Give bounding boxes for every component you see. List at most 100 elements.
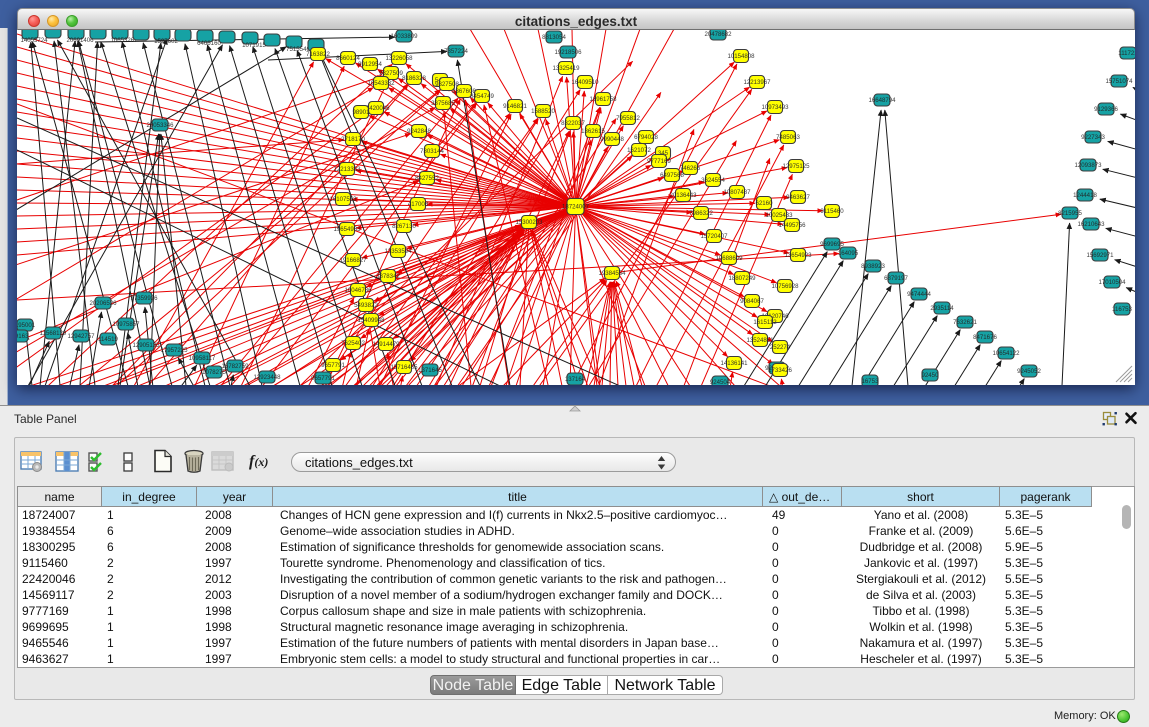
svg-text:13353594: 13353594	[384, 248, 412, 255]
svg-text:7163822: 7163822	[306, 51, 330, 58]
svg-text:9699695: 9699695	[820, 241, 844, 248]
svg-text:14055724: 14055724	[20, 37, 48, 44]
svg-text:10756928: 10756928	[771, 283, 799, 290]
svg-text:10154808: 10154808	[727, 53, 755, 60]
svg-text:15692971: 15692971	[1086, 252, 1114, 259]
svg-text:13226058: 13226058	[385, 55, 413, 62]
svg-text:10807487: 10807487	[723, 189, 751, 196]
svg-text:14914479: 14914479	[372, 341, 400, 348]
svg-text:2718170: 2718170	[341, 136, 365, 143]
svg-text:12905135: 12905135	[132, 342, 160, 349]
svg-text:8471676: 8471676	[973, 334, 997, 341]
svg-text:7632621: 7632621	[953, 319, 977, 326]
svg-text:7625402: 7625402	[341, 340, 365, 347]
svg-text:10975857: 10975857	[112, 321, 140, 328]
svg-text:924504: 924504	[710, 379, 731, 385]
svg-text:10973493: 10973493	[761, 104, 789, 111]
svg-text:6879197: 6879197	[884, 275, 908, 282]
svg-text:6794028: 6794028	[634, 134, 658, 141]
svg-text:1078275: 1078275	[202, 369, 226, 376]
svg-text:16648794: 16648794	[868, 97, 896, 104]
svg-text:17957225: 17957225	[160, 347, 188, 354]
svg-text:18807249: 18807249	[728, 275, 756, 282]
svg-text:746266: 746266	[680, 165, 701, 172]
svg-text:9327508: 9327508	[435, 81, 459, 88]
svg-text:14495756: 14495756	[778, 222, 806, 229]
svg-text:9474444: 9474444	[907, 291, 931, 298]
svg-text:13654923: 13654923	[784, 252, 812, 259]
svg-text:13325419: 13325419	[552, 65, 580, 72]
svg-text:7357224: 7357224	[444, 48, 468, 55]
svg-text:1588520: 1588520	[531, 108, 555, 115]
svg-text:3875685: 3875685	[431, 100, 455, 107]
svg-text:3878342: 3878342	[376, 273, 400, 280]
svg-text:252274: 252274	[770, 344, 791, 351]
svg-text:8427552: 8427552	[415, 175, 439, 182]
svg-text:9146821: 9146821	[503, 103, 527, 110]
svg-text:19384554: 19384554	[598, 270, 626, 277]
svg-text:1733426: 1733426	[768, 367, 792, 374]
svg-text:1371645: 1371645	[418, 367, 442, 374]
svg-text:6497568: 6497568	[660, 172, 684, 179]
svg-text:8938923: 8938923	[861, 263, 885, 270]
svg-text:8813054: 8813054	[542, 34, 566, 41]
svg-text:13524851: 13524851	[746, 337, 774, 344]
svg-text:15716485: 15716485	[390, 364, 418, 371]
svg-text:15751074: 15751074	[1105, 78, 1133, 85]
svg-text:9463627: 9463627	[786, 194, 810, 201]
svg-text:10958117: 10958117	[189, 355, 216, 362]
svg-text:1362615: 1362615	[581, 128, 605, 135]
svg-text:16210643: 16210643	[1077, 221, 1105, 228]
svg-text:12213383: 12213383	[333, 166, 361, 173]
svg-text:20691406: 20691406	[66, 37, 94, 44]
svg-text:20136443: 20136443	[669, 192, 697, 199]
svg-text:9657791: 9657791	[311, 375, 335, 382]
svg-text:8186328: 8186328	[402, 75, 426, 82]
svg-text:9115460: 9115460	[820, 208, 844, 215]
svg-text:19166827: 19166827	[339, 257, 367, 264]
svg-text:7955812: 7955812	[616, 115, 640, 122]
svg-text:111722: 111722	[1118, 50, 1135, 57]
svg-text:8660124: 8660124	[336, 55, 360, 62]
svg-text:8215955: 8215955	[1058, 210, 1082, 217]
svg-text:12923448: 12923448	[253, 374, 281, 381]
svg-text:12975125: 12975125	[782, 163, 810, 170]
svg-text:9245052: 9245052	[1017, 368, 1041, 375]
svg-text:1244418: 1244418	[1073, 192, 1097, 199]
svg-text:1615112: 1615112	[753, 319, 777, 326]
svg-text:10543332: 10543332	[367, 80, 395, 87]
svg-text:39163: 39163	[17, 333, 29, 340]
svg-text:14136141: 14136141	[720, 360, 748, 367]
svg-text:11568129: 11568129	[40, 330, 67, 337]
svg-text:15409948: 15409948	[357, 317, 385, 324]
svg-text:9084067: 9084067	[740, 298, 764, 305]
svg-text:9129366: 9129366	[1094, 106, 1118, 113]
svg-text:9242848: 9242848	[407, 128, 431, 135]
svg-text:9657791: 9657791	[321, 362, 345, 369]
svg-text:15720407: 15720407	[700, 233, 728, 240]
svg-text:98901: 98901	[353, 109, 371, 116]
svg-text:116753: 116753	[1112, 306, 1132, 313]
svg-text:12942757: 12942757	[67, 333, 95, 340]
svg-text:12093873: 12093873	[1074, 162, 1102, 169]
svg-text:12213967: 12213967	[743, 79, 771, 86]
svg-text:15300203: 15300203	[515, 219, 543, 226]
svg-text:92450: 92450	[922, 372, 940, 379]
svg-text:16107553: 16107553	[329, 196, 357, 203]
svg-text:62160: 62160	[756, 200, 774, 207]
svg-text:9777169: 9777169	[647, 158, 671, 165]
svg-text:5493822: 5493822	[354, 302, 378, 309]
svg-text:6466160: 6466160	[197, 40, 221, 47]
svg-text:20478682: 20478682	[704, 31, 732, 38]
svg-text:8454749: 8454749	[470, 93, 494, 100]
svg-text:8912954: 8912954	[358, 61, 382, 68]
svg-text:9990448: 9990448	[600, 136, 624, 143]
svg-text:7803144: 7803144	[420, 148, 444, 155]
svg-text:137164: 137164	[565, 376, 586, 383]
svg-text:7986322: 7986322	[689, 210, 713, 217]
svg-text:9227343: 9227343	[1081, 134, 1105, 141]
svg-text:2935114: 2935114	[930, 305, 954, 312]
svg-text:19654983: 19654983	[333, 226, 361, 233]
svg-text:16033809: 16033809	[390, 33, 418, 40]
svg-text:7485063: 7485063	[776, 134, 800, 141]
